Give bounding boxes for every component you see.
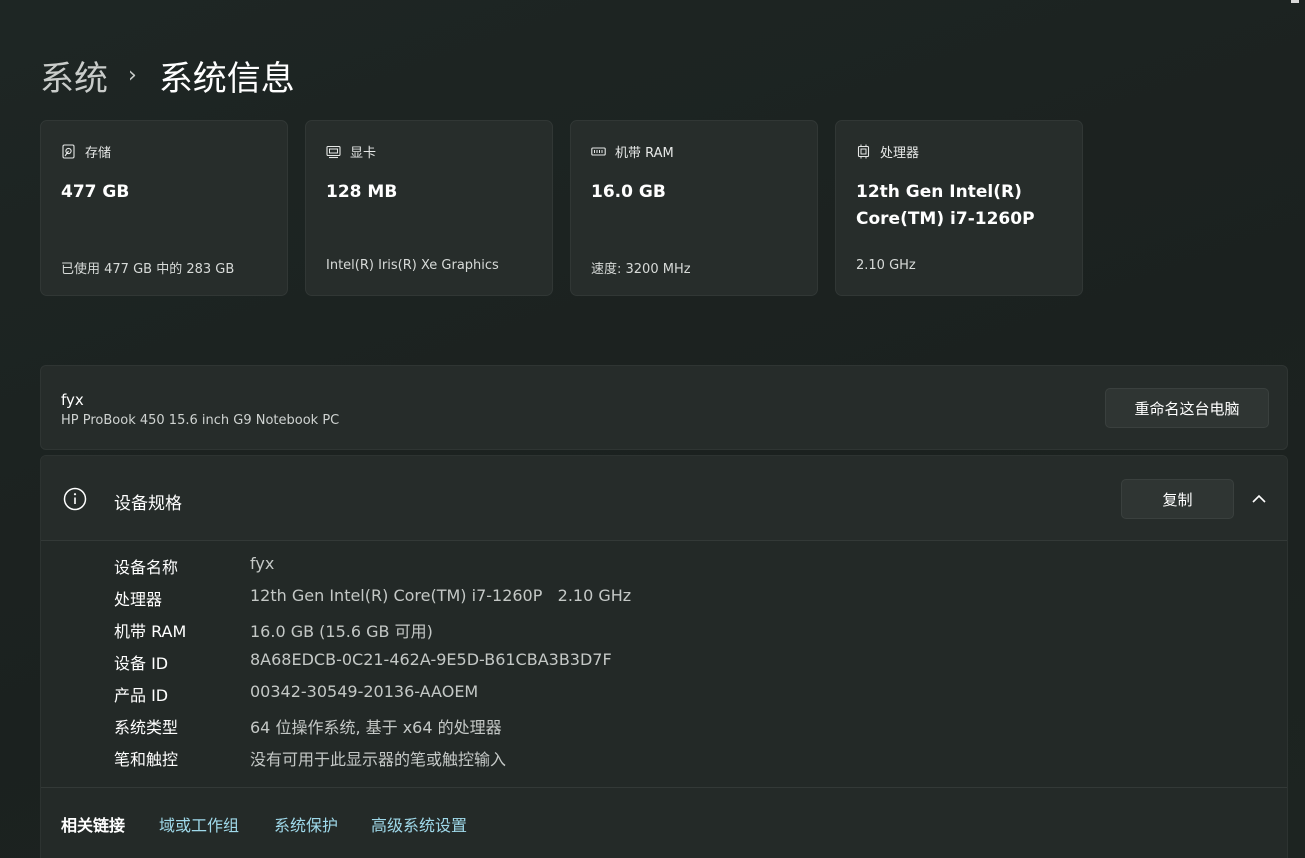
display-adapter-card[interactable]: 显卡 128 MB Intel(R) Iris(R) Xe Graphics — [305, 120, 553, 296]
spec-label: 处理器 — [114, 590, 163, 609]
card-value: 477 GB — [61, 182, 130, 202]
spec-value: 没有可用于此显示器的笔或触控输入 — [250, 750, 507, 769]
advanced-system-settings-link[interactable]: 高级系统设置 — [371, 812, 467, 836]
card-value: 16.0 GB — [591, 182, 666, 202]
spec-value: 00342-30549-20136-AAOEM — [250, 682, 479, 701]
storage-icon — [61, 143, 76, 159]
device-name-row: fyx HP ProBook 450 15.6 inch G9 Notebook… — [40, 365, 1288, 450]
spec-label: 笔和触控 — [114, 750, 179, 769]
card-header: 机带 RAM — [591, 142, 674, 161]
card-title: 显卡 — [350, 145, 377, 161]
card-value: 12th Gen Intel(R) Core(TM) i7-1260P — [856, 182, 1035, 229]
card-header: 存储 — [61, 142, 112, 161]
device-model: HP ProBook 450 15.6 inch G9 Notebook PC — [61, 413, 340, 428]
card-value: 128 MB — [326, 182, 398, 202]
spec-row-device-name: 设备名称 fyx — [114, 554, 1014, 580]
card-title: 存储 — [85, 145, 112, 161]
summary-cards: 存储 477 GB 已使用 477 GB 中的 283 GB 显卡 128 MB… — [40, 120, 1083, 296]
processor-card[interactable]: 处理器 12th Gen Intel(R) Core(TM) i7-1260P … — [835, 120, 1083, 296]
spec-label: 设备名称 — [114, 558, 179, 577]
card-header: 显卡 — [326, 142, 377, 161]
window-corner-mark — [1291, 0, 1299, 3]
rename-pc-button[interactable]: 重命名这台电脑 — [1105, 388, 1269, 428]
spec-label: 设备 ID — [114, 654, 169, 673]
device-specifications-panel: 设备规格 复制 设备名称 fyx 处理器 12th Gen Intel(R) C… — [40, 455, 1288, 858]
spec-row-processor: 处理器 12th Gen Intel(R) Core(TM) i7-1260P … — [114, 586, 1014, 612]
card-title: 处理器 — [880, 145, 920, 161]
spec-value: 64 位操作系统, 基于 x64 的处理器 — [250, 718, 502, 737]
device-name: fyx — [61, 391, 84, 409]
spec-label: 机带 RAM — [114, 622, 187, 641]
spec-row-product-id: 产品 ID 00342-30549-20136-AAOEM — [114, 682, 1014, 708]
spec-value: 12th Gen Intel(R) Core(TM) i7-1260P 2.10… — [250, 586, 632, 605]
related-links: 相关链接 域或工作组 系统保护 高级系统设置 — [41, 787, 1287, 858]
domain-workgroup-link[interactable]: 域或工作组 — [159, 812, 239, 836]
breadcrumb-separator-icon: › — [128, 62, 137, 88]
specs-header[interactable]: 设备规格 复制 — [41, 456, 1287, 541]
ram-card[interactable]: 机带 RAM 16.0 GB 速度: 3200 MHz — [570, 120, 818, 296]
card-title: 机带 RAM — [615, 145, 674, 161]
spec-row-pen-touch: 笔和触控 没有可用于此显示器的笔或触控输入 — [114, 746, 1014, 772]
card-subtext: Intel(R) Iris(R) Xe Graphics — [326, 258, 499, 273]
ram-icon — [591, 144, 606, 159]
chevron-up-icon[interactable] — [1248, 488, 1270, 510]
breadcrumb-parent[interactable]: 系统 — [40, 51, 108, 100]
spec-row-ram: 机带 RAM 16.0 GB (15.6 GB 可用) — [114, 618, 1014, 644]
page-title: 系统信息 — [158, 58, 295, 99]
spec-value: 8A68EDCB-0C21-462A-9E5D-B61CBA3B3D7F — [250, 650, 612, 669]
storage-card[interactable]: 存储 477 GB 已使用 477 GB 中的 283 GB — [40, 120, 288, 296]
processor-icon — [856, 144, 871, 159]
specs-title: 设备规格 — [114, 494, 182, 514]
related-links-label: 相关链接 — [61, 816, 126, 835]
spec-value: fyx — [250, 554, 275, 573]
card-subtext: 已使用 477 GB 中的 283 GB — [61, 262, 235, 277]
spec-row-device-id: 设备 ID 8A68EDCB-0C21-462A-9E5D-B61CBA3B3D… — [114, 650, 1014, 676]
card-subtext: 速度: 3200 MHz — [591, 262, 691, 277]
breadcrumb: 系统 › 系统信息 — [40, 51, 295, 100]
system-protection-link[interactable]: 系统保护 — [274, 812, 338, 836]
info-icon — [63, 487, 87, 511]
spec-label: 产品 ID — [114, 686, 169, 705]
display-adapter-icon — [326, 144, 341, 159]
spec-label: 系统类型 — [114, 718, 179, 737]
copy-button[interactable]: 复制 — [1121, 479, 1234, 519]
spec-row-system-type: 系统类型 64 位操作系统, 基于 x64 的处理器 — [114, 714, 1014, 740]
spec-value: 16.0 GB (15.6 GB 可用) — [250, 622, 433, 641]
card-header: 处理器 — [856, 142, 920, 161]
card-subtext: 2.10 GHz — [856, 258, 916, 273]
